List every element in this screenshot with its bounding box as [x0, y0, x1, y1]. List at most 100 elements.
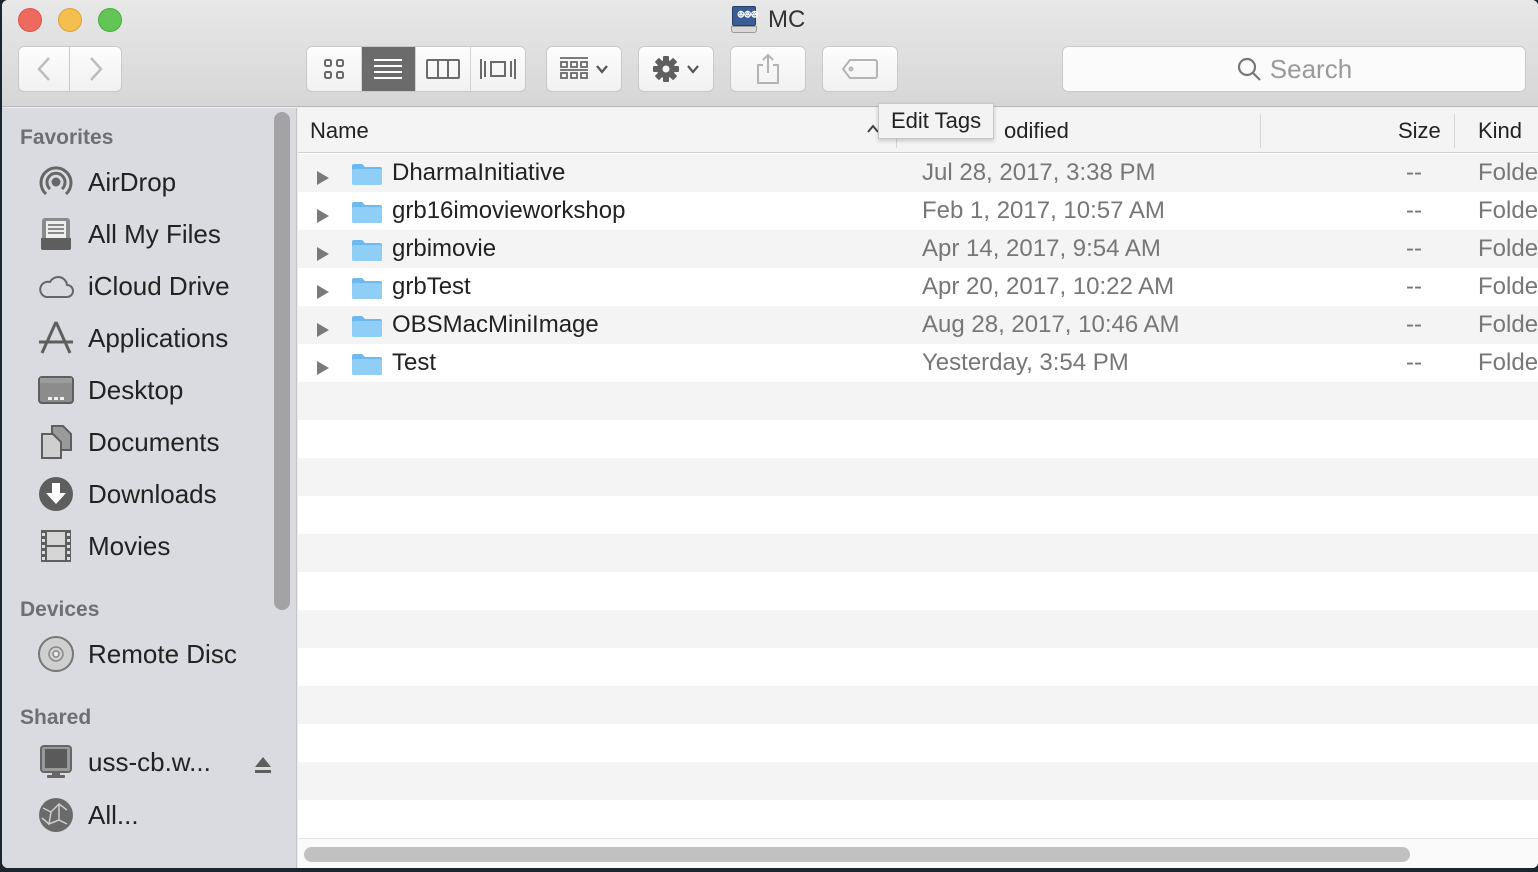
arrange-grid-icon	[560, 57, 588, 79]
empty-row	[298, 724, 1538, 762]
close-window-button[interactable]	[18, 8, 42, 32]
columns-icon	[425, 59, 460, 79]
chevron-down-icon	[596, 65, 608, 74]
file-kind: Folder	[1478, 197, 1538, 224]
file-name: OBSMacMiniImage	[392, 311, 599, 338]
column-divider[interactable]	[1260, 114, 1261, 148]
sidebar-item-downloads[interactable]: Downloads	[36, 472, 286, 516]
list-view-button[interactable]	[361, 47, 416, 91]
sidebar-section-favorites: Favorites	[20, 126, 114, 149]
search-field[interactable]: Search	[1062, 46, 1526, 92]
column-view-button[interactable]	[416, 47, 471, 91]
horizontal-scrollbar[interactable]	[298, 838, 1538, 868]
sidebar-item-all-my-files[interactable]: All My Files	[36, 212, 286, 256]
horizontal-scrollbar-thumb[interactable]	[304, 847, 1410, 862]
sidebar-item-documents[interactable]: Documents	[36, 420, 286, 464]
sidebar-item-remote-disc[interactable]: Remote Disc	[36, 632, 286, 676]
sidebar-item-all-shared[interactable]: All...	[36, 793, 286, 837]
expand-folder-toggle[interactable]	[316, 203, 330, 231]
empty-row	[298, 496, 1538, 534]
file-size: --	[1406, 159, 1422, 186]
file-date-modified: Apr 20, 2017, 10:22 AM	[922, 273, 1175, 300]
disclosure-triangle-icon[interactable]	[316, 246, 330, 262]
sidebar-item-icloud-drive[interactable]: iCloud Drive	[36, 264, 286, 308]
icon-view-button[interactable]	[307, 47, 362, 91]
sidebar-item-uss-cb[interactable]: uss-cb.w...	[36, 740, 286, 784]
sidebar-item-label: All My Files	[88, 218, 221, 249]
forward-button[interactable]	[70, 46, 122, 92]
network-globe-icon	[39, 798, 73, 832]
column-header-size[interactable]: Size	[1398, 108, 1441, 153]
folder-icon-wrap	[351, 162, 383, 193]
file-size: --	[1406, 311, 1422, 338]
sidebar-item-applications[interactable]: Applications	[36, 316, 286, 360]
action-button[interactable]	[638, 46, 714, 92]
folder-icon-wrap	[351, 276, 383, 307]
sidebar-item-label: Applications	[88, 322, 229, 353]
arrange-button[interactable]	[546, 46, 622, 92]
tag-icon	[841, 59, 878, 79]
file-name: grb16imovieworkshop	[392, 197, 626, 224]
file-name: Test	[392, 349, 437, 376]
file-name: grbimovie	[392, 235, 497, 262]
sidebar-item-movies[interactable]: Movies	[36, 524, 286, 568]
empty-row	[298, 420, 1538, 458]
expand-folder-toggle[interactable]	[316, 279, 330, 307]
minimize-window-button[interactable]	[58, 8, 82, 32]
sidebar-item-desktop[interactable]: Desktop	[36, 368, 286, 412]
sidebar-item-airdrop[interactable]: AirDrop	[36, 160, 286, 204]
empty-row	[298, 800, 1538, 838]
eject-button[interactable]	[254, 750, 272, 781]
sidebar-scrollbar[interactable]	[274, 112, 290, 610]
table-row[interactable]: DharmaInitiative Jul 28, 2017, 3:38 PM -- F…	[298, 154, 1538, 192]
file-name: DharmaInitiative	[392, 159, 566, 186]
expand-folder-toggle[interactable]	[316, 355, 330, 383]
share-button[interactable]	[730, 46, 806, 92]
folder-icon	[352, 278, 382, 299]
folder-icon	[352, 202, 382, 223]
table-row[interactable]: OBSMacMiniImage Aug 28, 2017, 10:46 AM -- F…	[298, 306, 1538, 344]
eject-icon	[255, 757, 271, 773]
disclosure-triangle-icon[interactable]	[316, 170, 330, 186]
column-header-kind[interactable]: Kind	[1478, 108, 1522, 153]
grid-icon	[323, 59, 344, 79]
cover-flow-view-button[interactable]	[471, 47, 526, 91]
folder-icon	[352, 164, 382, 185]
disclosure-triangle-icon[interactable]	[316, 284, 330, 300]
expand-folder-toggle[interactable]	[316, 241, 330, 269]
file-name: grbTest	[392, 273, 471, 300]
empty-row	[298, 648, 1538, 686]
file-rows: DharmaInitiative Jul 28, 2017, 3:38 PM -- F…	[298, 154, 1538, 838]
zoom-window-button[interactable]	[98, 8, 122, 32]
gear-icon	[653, 56, 679, 82]
expand-folder-toggle[interactable]	[316, 317, 330, 345]
disclosure-triangle-icon[interactable]	[316, 208, 330, 224]
expand-folder-toggle[interactable]	[316, 165, 330, 193]
network-drive-icon: ꔮꔮꔮ	[730, 6, 758, 34]
sidebar-item-label: AirDrop	[88, 166, 177, 197]
disclosure-triangle-icon[interactable]	[316, 322, 330, 338]
table-row[interactable]: Test Yesterday, 3:54 PM -- Folder	[298, 344, 1538, 382]
file-kind: Folder	[1478, 273, 1538, 300]
window-title-text: MC	[768, 6, 806, 33]
file-date-modified: Yesterday, 3:54 PM	[922, 349, 1129, 376]
view-mode-segmented-control	[306, 46, 526, 92]
file-kind: Folder	[1478, 159, 1538, 186]
back-button[interactable]	[18, 46, 70, 92]
search-icon	[1237, 57, 1261, 81]
edit-tags-button[interactable]	[822, 46, 898, 92]
folder-icon-wrap	[351, 314, 383, 345]
table-row[interactable]: grb16imovieworkshop Feb 1, 2017, 10:57 AM…	[298, 192, 1538, 230]
column-header-name[interactable]: Name	[310, 108, 880, 153]
sidebar: Favorites AirDrop All My Files iCloud Dr…	[2, 108, 297, 868]
sidebar-item-label: Movies	[88, 530, 171, 561]
table-row[interactable]: grbTest Apr 20, 2017, 10:22 AM -- Folder	[298, 268, 1538, 306]
airdrop-icon	[39, 166, 73, 196]
file-kind: Folder	[1478, 235, 1538, 262]
list-icon	[374, 59, 403, 79]
disclosure-triangle-icon[interactable]	[316, 360, 330, 376]
documents-icon	[41, 425, 72, 459]
column-divider[interactable]	[1454, 114, 1455, 148]
table-row[interactable]: grbimovie Apr 14, 2017, 9:54 AM -- Folder	[298, 230, 1538, 268]
all-my-files-icon	[41, 218, 71, 250]
